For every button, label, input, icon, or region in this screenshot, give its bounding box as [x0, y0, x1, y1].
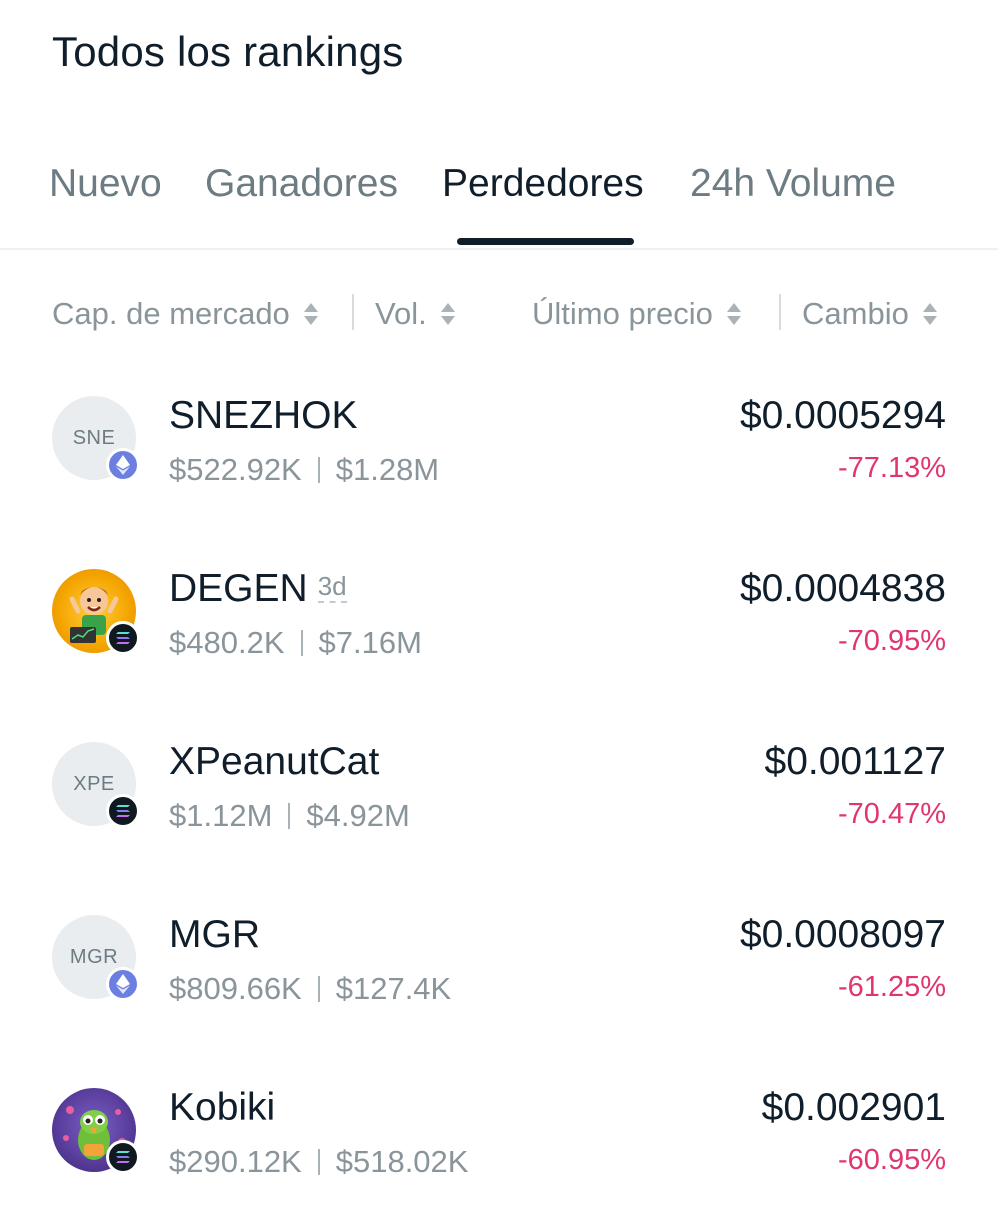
token-change: -70.95%: [837, 625, 946, 657]
token-price: $0.001127: [764, 740, 946, 783]
solana-icon: [106, 794, 140, 828]
token-stats: $290.12K $518.02K: [169, 1144, 468, 1180]
sort-arrows-icon: [922, 300, 937, 328]
token-volume: $4.92M: [306, 798, 410, 833]
sort-market-cap-label: Cap. de mercado: [52, 296, 290, 331]
tab-24h-volume[interactable]: 24h Volume: [690, 162, 896, 206]
sort-volume-label: Vol.: [375, 296, 427, 331]
page-title: Todos los rankings: [52, 28, 404, 75]
token-market-cap: $522.92K: [169, 452, 302, 487]
sort-last-price-label: Último precio: [532, 296, 713, 331]
token-row[interactable]: MGR MGR $809.66K $127.4K $0.0008097 -61.2…: [0, 913, 998, 1045]
ethereum-icon: [106, 448, 140, 482]
token-name: MGR: [169, 913, 260, 956]
token-volume: $1.28M: [335, 452, 440, 487]
sort-arrows-icon: [726, 300, 741, 328]
token-price: $0.0008097: [739, 913, 946, 956]
tab-perdedores[interactable]: Perdedores: [442, 162, 644, 206]
ranking-tabs: Nuevo Ganadores Perdedores 24h Volume: [0, 150, 998, 250]
token-volume: $7.16M: [318, 625, 422, 660]
active-tab-indicator: [457, 238, 634, 245]
sort-bar: Cap. de mercado Vol. Último precio Cambi…: [0, 290, 998, 340]
token-name: SNEZHOK: [169, 394, 358, 437]
ethereum-icon: [106, 967, 140, 1001]
stats-separator: [317, 1148, 320, 1175]
stats-separator: [288, 802, 291, 829]
token-market-cap: $290.12K: [169, 1144, 302, 1179]
token-stats: $480.2K $7.16M: [169, 625, 422, 661]
sort-change-label: Cambio: [802, 296, 909, 331]
solana-icon: [106, 621, 140, 655]
token-market-cap: $1.12M: [169, 798, 273, 833]
token-age-tag: 3d: [317, 571, 347, 603]
token-name: Kobiki: [169, 1086, 276, 1129]
token-volume: $518.02K: [335, 1144, 469, 1179]
token-price: $0.002901: [761, 1086, 946, 1129]
stats-separator: [317, 456, 320, 483]
sort-arrows-icon: [440, 300, 455, 328]
solana-icon: [106, 1140, 140, 1174]
tab-nuevo[interactable]: Nuevo: [49, 162, 162, 206]
sort-change[interactable]: Cambio: [802, 296, 937, 332]
token-row[interactable]: SNE SNEZHOK $522.92K $1.28M $0.0005294 -7…: [0, 394, 998, 526]
stats-separator: [300, 629, 303, 656]
token-stats: $522.92K $1.28M: [169, 452, 439, 488]
token-name: XPeanutCat: [169, 740, 380, 783]
sort-volume[interactable]: Vol.: [375, 296, 455, 332]
token-name: DEGEN 3d: [169, 567, 347, 611]
token-name-text: DEGEN: [169, 567, 308, 610]
token-change: -70.47%: [837, 798, 946, 830]
token-row[interactable]: Kobiki $290.12K $518.02K $0.002901 -60.95…: [0, 1086, 998, 1218]
token-stats: $809.66K $127.4K: [169, 971, 451, 1007]
token-market-cap: $809.66K: [169, 971, 302, 1006]
sort-arrows-icon: [303, 300, 318, 328]
token-price: $0.0005294: [739, 394, 946, 437]
tab-ganadores[interactable]: Ganadores: [205, 162, 398, 206]
token-change: -77.13%: [837, 452, 946, 484]
sort-divider: [779, 294, 781, 330]
sort-market-cap[interactable]: Cap. de mercado: [52, 296, 318, 332]
sort-divider: [352, 294, 354, 330]
token-volume: $127.4K: [335, 971, 452, 1006]
token-market-cap: $480.2K: [169, 625, 285, 660]
stats-separator: [317, 975, 320, 1002]
sort-last-price[interactable]: Último precio: [532, 296, 741, 332]
token-row[interactable]: XPE XPeanutCat $1.12M $4.92M $0.001127 -7…: [0, 740, 998, 872]
token-change: -61.25%: [837, 971, 946, 1003]
token-price: $0.0004838: [739, 567, 946, 610]
token-stats: $1.12M $4.92M: [169, 798, 410, 834]
token-row[interactable]: DEGEN 3d $480.2K $7.16M $0.0004838 -70.95%: [0, 567, 998, 699]
token-change: -60.95%: [837, 1144, 946, 1176]
